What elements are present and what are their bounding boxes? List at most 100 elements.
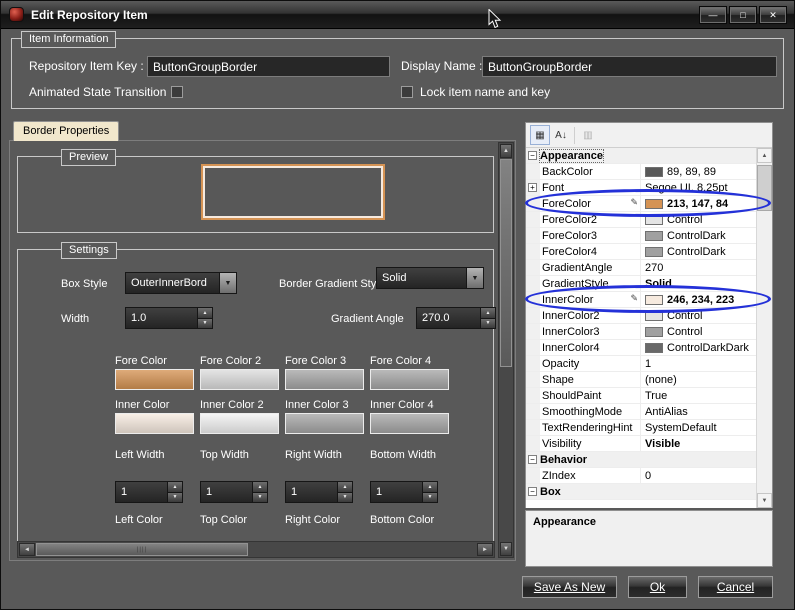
property-value[interactable]: 0: [640, 468, 756, 483]
spin-up-icon[interactable]: ▲: [423, 482, 437, 493]
chevron-down-icon[interactable]: ▼: [466, 268, 483, 288]
scroll-up-icon[interactable]: ▲: [500, 144, 512, 158]
property-row-smoothingmode[interactable]: SmoothingMode AntiAlias: [526, 404, 756, 420]
property-value[interactable]: 246, 234, 223: [640, 292, 756, 307]
color-swatch-box[interactable]: [115, 369, 194, 390]
side-width-stepper[interactable]: 1 ▲ ▼: [285, 481, 353, 503]
property-name[interactable]: ForeColor ✎: [540, 196, 640, 211]
color-swatch-box[interactable]: [200, 369, 279, 390]
property-value[interactable]: Solid: [640, 276, 756, 291]
spin-down-icon[interactable]: ▼: [423, 492, 437, 502]
property-name[interactable]: ZIndex: [540, 468, 640, 483]
scroll-left-icon[interactable]: ◄: [19, 543, 35, 556]
tab-border-properties[interactable]: Border Properties: [13, 121, 120, 141]
color-swatch-box[interactable]: [370, 413, 449, 434]
property-value[interactable]: ControlDark: [640, 244, 756, 259]
property-category-appearance[interactable]: − Appearance: [526, 148, 756, 164]
property-name[interactable]: InnerColor ✎: [540, 292, 640, 307]
side-width-stepper[interactable]: 1 ▲ ▼: [115, 481, 183, 503]
save-as-new-button[interactable]: Save As New: [522, 576, 617, 598]
property-value[interactable]: 213, 147, 84: [640, 196, 756, 211]
spin-up-icon[interactable]: ▲: [481, 308, 495, 319]
property-value[interactable]: Control: [640, 212, 756, 227]
property-name[interactable]: TextRenderingHint: [540, 420, 640, 435]
maximize-button[interactable]: □: [729, 6, 757, 24]
property-value[interactable]: ControlDark: [640, 228, 756, 243]
property-row-forecolor4[interactable]: ForeColor4 ControlDark: [526, 244, 756, 260]
property-name[interactable]: GradientAngle: [540, 260, 640, 275]
close-button[interactable]: ✕: [759, 6, 787, 24]
collapse-icon[interactable]: −: [528, 487, 537, 496]
spin-up-icon[interactable]: ▲: [253, 482, 267, 493]
spin-up-icon[interactable]: ▲: [338, 482, 352, 493]
collapse-icon[interactable]: −: [528, 455, 537, 464]
property-row-opacity[interactable]: Opacity 1: [526, 356, 756, 372]
spin-down-icon[interactable]: ▼: [338, 492, 352, 502]
color-swatch-box[interactable]: [285, 369, 364, 390]
property-grid-scrollbar[interactable]: ▲ ▼: [756, 148, 772, 508]
property-row-innercolor2[interactable]: InnerColor2 Control: [526, 308, 756, 324]
lock-item-checkbox[interactable]: [401, 86, 413, 98]
minimize-button[interactable]: —: [699, 6, 727, 24]
property-name[interactable]: Shape: [540, 372, 640, 387]
property-row-gradientangle[interactable]: GradientAngle 270: [526, 260, 756, 276]
color-swatch-box[interactable]: [285, 413, 364, 434]
color-swatch-box[interactable]: [115, 413, 194, 434]
border-gradient-style-combo[interactable]: Solid ▼: [376, 267, 484, 289]
property-name[interactable]: ForeColor2: [540, 212, 640, 227]
side-width-stepper[interactable]: 1 ▲ ▼: [370, 481, 438, 503]
spin-up-icon[interactable]: ▲: [198, 308, 212, 319]
scroll-up-icon[interactable]: ▲: [757, 148, 772, 163]
property-name[interactable]: Visibility: [540, 436, 640, 451]
side-width-stepper[interactable]: 1 ▲ ▼: [200, 481, 268, 503]
spin-down-icon[interactable]: ▼: [168, 492, 182, 502]
property-value[interactable]: Control: [640, 308, 756, 323]
scrollbar-thumb[interactable]: ||||: [36, 543, 248, 556]
title-bar[interactable]: Edit Repository Item — □ ✕: [1, 1, 794, 29]
scrollbar-thumb[interactable]: [757, 165, 772, 211]
property-name[interactable]: ForeColor4: [540, 244, 640, 259]
property-row-gradientstyle[interactable]: GradientStyle Solid: [526, 276, 756, 292]
expand-icon[interactable]: +: [528, 183, 537, 192]
property-row-font[interactable]: + Font Segoe UI, 8.25pt: [526, 180, 756, 196]
ok-button[interactable]: Ok: [628, 576, 687, 598]
spin-up-icon[interactable]: ▲: [168, 482, 182, 493]
property-name[interactable]: InnerColor4: [540, 340, 640, 355]
property-value[interactable]: 270: [640, 260, 756, 275]
property-name[interactable]: BackColor: [540, 164, 640, 179]
spin-down-icon[interactable]: ▼: [481, 318, 495, 328]
vertical-scrollbar[interactable]: ▲ ▼: [498, 142, 514, 558]
property-category-box[interactable]: − Box: [526, 484, 756, 500]
scrollbar-thumb[interactable]: [500, 159, 512, 367]
property-row-shape[interactable]: Shape (none): [526, 372, 756, 388]
property-value[interactable]: ControlDarkDark: [640, 340, 756, 355]
property-row-forecolor2[interactable]: ForeColor2 Control: [526, 212, 756, 228]
repository-item-key-input[interactable]: [147, 56, 390, 77]
property-value[interactable]: Control: [640, 324, 756, 339]
box-style-combo[interactable]: OuterInnerBord ▼: [125, 272, 237, 294]
property-category-behavior[interactable]: − Behavior: [526, 452, 756, 468]
property-value[interactable]: True: [640, 388, 756, 403]
property-value[interactable]: AntiAlias: [640, 404, 756, 419]
property-value[interactable]: 1: [640, 356, 756, 371]
scroll-down-icon[interactable]: ▼: [500, 542, 512, 556]
property-row-textrenderinghint[interactable]: TextRenderingHint SystemDefault: [526, 420, 756, 436]
property-value[interactable]: Segoe UI, 8.25pt: [640, 180, 756, 195]
property-row-innercolor[interactable]: InnerColor ✎ 246, 234, 223: [526, 292, 756, 308]
property-row-forecolor3[interactable]: ForeColor3 ControlDark: [526, 228, 756, 244]
spin-down-icon[interactable]: ▼: [253, 492, 267, 502]
property-name[interactable]: ShouldPaint: [540, 388, 640, 403]
horizontal-scrollbar[interactable]: ◄ |||| ►: [17, 541, 495, 558]
property-name[interactable]: SmoothingMode: [540, 404, 640, 419]
property-row-visibility[interactable]: Visibility Visible: [526, 436, 756, 452]
property-value[interactable]: 89, 89, 89: [640, 164, 756, 179]
property-value[interactable]: Visible: [640, 436, 756, 451]
property-value[interactable]: SystemDefault: [640, 420, 756, 435]
property-row-shouldpaint[interactable]: ShouldPaint True: [526, 388, 756, 404]
color-swatch-box[interactable]: [370, 369, 449, 390]
cancel-button[interactable]: Cancel: [698, 576, 773, 598]
property-name[interactable]: ForeColor3: [540, 228, 640, 243]
color-swatch-box[interactable]: [200, 413, 279, 434]
collapse-icon[interactable]: −: [528, 151, 537, 160]
property-pages-icon[interactable]: ▥: [578, 125, 598, 145]
